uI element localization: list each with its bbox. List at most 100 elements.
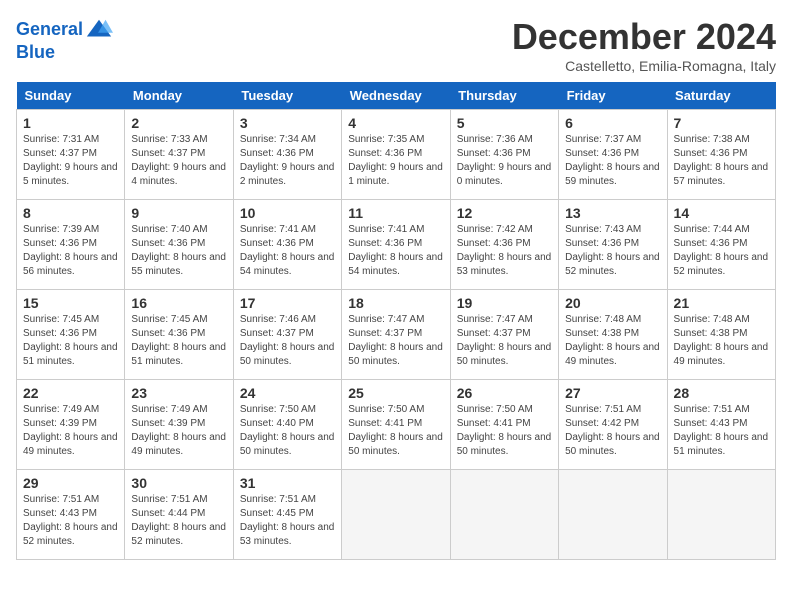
day-info: Sunrise: 7:47 AM Sunset: 4:37 PM Dayligh… <box>348 313 443 369</box>
location: Castelletto, Emilia-Romagna, Italy <box>512 58 776 74</box>
day-cell: 1 Sunrise: 7:31 AM Sunset: 4:37 PM Dayli… <box>17 110 125 200</box>
week-row-1: 1 Sunrise: 7:31 AM Sunset: 4:37 PM Dayli… <box>17 110 776 200</box>
day-number: 28 <box>674 385 769 401</box>
day-number: 13 <box>565 205 660 221</box>
col-monday: Monday <box>125 82 233 110</box>
calendar-table: Sunday Monday Tuesday Wednesday Thursday… <box>16 82 776 560</box>
col-wednesday: Wednesday <box>342 82 450 110</box>
col-sunday: Sunday <box>17 82 125 110</box>
day-info: Sunrise: 7:48 AM Sunset: 4:38 PM Dayligh… <box>565 313 660 369</box>
day-info: Sunrise: 7:48 AM Sunset: 4:38 PM Dayligh… <box>674 313 769 369</box>
day-cell: 26 Sunrise: 7:50 AM Sunset: 4:41 PM Dayl… <box>450 380 558 470</box>
day-number: 18 <box>348 295 443 311</box>
day-number: 7 <box>674 115 769 131</box>
day-cell: 14 Sunrise: 7:44 AM Sunset: 4:36 PM Dayl… <box>667 200 775 290</box>
day-number: 8 <box>23 205 118 221</box>
day-info: Sunrise: 7:36 AM Sunset: 4:36 PM Dayligh… <box>457 133 552 189</box>
day-info: Sunrise: 7:39 AM Sunset: 4:36 PM Dayligh… <box>23 223 118 279</box>
day-number: 26 <box>457 385 552 401</box>
day-cell: 13 Sunrise: 7:43 AM Sunset: 4:36 PM Dayl… <box>559 200 667 290</box>
day-number: 4 <box>348 115 443 131</box>
day-info: Sunrise: 7:47 AM Sunset: 4:37 PM Dayligh… <box>457 313 552 369</box>
day-number: 17 <box>240 295 335 311</box>
day-cell: 2 Sunrise: 7:33 AM Sunset: 4:37 PM Dayli… <box>125 110 233 200</box>
day-info: Sunrise: 7:46 AM Sunset: 4:37 PM Dayligh… <box>240 313 335 369</box>
week-row-5: 29 Sunrise: 7:51 AM Sunset: 4:43 PM Dayl… <box>17 470 776 560</box>
day-number: 3 <box>240 115 335 131</box>
col-friday: Friday <box>559 82 667 110</box>
day-cell: 9 Sunrise: 7:40 AM Sunset: 4:36 PM Dayli… <box>125 200 233 290</box>
day-cell: 19 Sunrise: 7:47 AM Sunset: 4:37 PM Dayl… <box>450 290 558 380</box>
day-number: 12 <box>457 205 552 221</box>
day-cell: 17 Sunrise: 7:46 AM Sunset: 4:37 PM Dayl… <box>233 290 341 380</box>
day-cell <box>667 470 775 560</box>
day-number: 27 <box>565 385 660 401</box>
day-cell: 6 Sunrise: 7:37 AM Sunset: 4:36 PM Dayli… <box>559 110 667 200</box>
day-number: 11 <box>348 205 443 221</box>
col-thursday: Thursday <box>450 82 558 110</box>
day-cell: 4 Sunrise: 7:35 AM Sunset: 4:36 PM Dayli… <box>342 110 450 200</box>
day-cell: 15 Sunrise: 7:45 AM Sunset: 4:36 PM Dayl… <box>17 290 125 380</box>
day-number: 24 <box>240 385 335 401</box>
day-info: Sunrise: 7:45 AM Sunset: 4:36 PM Dayligh… <box>23 313 118 369</box>
day-info: Sunrise: 7:51 AM Sunset: 4:43 PM Dayligh… <box>23 493 118 549</box>
day-cell: 29 Sunrise: 7:51 AM Sunset: 4:43 PM Dayl… <box>17 470 125 560</box>
day-cell <box>450 470 558 560</box>
day-cell: 18 Sunrise: 7:47 AM Sunset: 4:37 PM Dayl… <box>342 290 450 380</box>
day-info: Sunrise: 7:50 AM Sunset: 4:41 PM Dayligh… <box>348 403 443 459</box>
day-info: Sunrise: 7:31 AM Sunset: 4:37 PM Dayligh… <box>23 133 118 189</box>
day-number: 1 <box>23 115 118 131</box>
col-saturday: Saturday <box>667 82 775 110</box>
day-info: Sunrise: 7:40 AM Sunset: 4:36 PM Dayligh… <box>131 223 226 279</box>
day-cell: 10 Sunrise: 7:41 AM Sunset: 4:36 PM Dayl… <box>233 200 341 290</box>
page-header: General Blue December 2024 Castelletto, … <box>16 16 776 74</box>
day-info: Sunrise: 7:51 AM Sunset: 4:44 PM Dayligh… <box>131 493 226 549</box>
day-info: Sunrise: 7:50 AM Sunset: 4:40 PM Dayligh… <box>240 403 335 459</box>
logo-blue: Blue <box>16 42 55 63</box>
day-info: Sunrise: 7:51 AM Sunset: 4:45 PM Dayligh… <box>240 493 335 549</box>
day-info: Sunrise: 7:43 AM Sunset: 4:36 PM Dayligh… <box>565 223 660 279</box>
day-cell <box>559 470 667 560</box>
title-area: December 2024 Castelletto, Emilia-Romagn… <box>512 16 776 74</box>
day-cell: 27 Sunrise: 7:51 AM Sunset: 4:42 PM Dayl… <box>559 380 667 470</box>
day-cell: 24 Sunrise: 7:50 AM Sunset: 4:40 PM Dayl… <box>233 380 341 470</box>
day-cell: 12 Sunrise: 7:42 AM Sunset: 4:36 PM Dayl… <box>450 200 558 290</box>
day-cell: 3 Sunrise: 7:34 AM Sunset: 4:36 PM Dayli… <box>233 110 341 200</box>
day-number: 30 <box>131 475 226 491</box>
day-info: Sunrise: 7:37 AM Sunset: 4:36 PM Dayligh… <box>565 133 660 189</box>
day-number: 25 <box>348 385 443 401</box>
day-cell: 31 Sunrise: 7:51 AM Sunset: 4:45 PM Dayl… <box>233 470 341 560</box>
day-info: Sunrise: 7:44 AM Sunset: 4:36 PM Dayligh… <box>674 223 769 279</box>
day-number: 31 <box>240 475 335 491</box>
day-cell: 23 Sunrise: 7:49 AM Sunset: 4:39 PM Dayl… <box>125 380 233 470</box>
col-tuesday: Tuesday <box>233 82 341 110</box>
day-info: Sunrise: 7:50 AM Sunset: 4:41 PM Dayligh… <box>457 403 552 459</box>
day-info: Sunrise: 7:49 AM Sunset: 4:39 PM Dayligh… <box>131 403 226 459</box>
day-info: Sunrise: 7:49 AM Sunset: 4:39 PM Dayligh… <box>23 403 118 459</box>
day-cell: 22 Sunrise: 7:49 AM Sunset: 4:39 PM Dayl… <box>17 380 125 470</box>
day-cell: 30 Sunrise: 7:51 AM Sunset: 4:44 PM Dayl… <box>125 470 233 560</box>
day-info: Sunrise: 7:45 AM Sunset: 4:36 PM Dayligh… <box>131 313 226 369</box>
day-cell: 11 Sunrise: 7:41 AM Sunset: 4:36 PM Dayl… <box>342 200 450 290</box>
day-number: 20 <box>565 295 660 311</box>
day-number: 10 <box>240 205 335 221</box>
day-cell: 25 Sunrise: 7:50 AM Sunset: 4:41 PM Dayl… <box>342 380 450 470</box>
day-cell: 28 Sunrise: 7:51 AM Sunset: 4:43 PM Dayl… <box>667 380 775 470</box>
day-number: 19 <box>457 295 552 311</box>
day-info: Sunrise: 7:33 AM Sunset: 4:37 PM Dayligh… <box>131 133 226 189</box>
day-info: Sunrise: 7:35 AM Sunset: 4:36 PM Dayligh… <box>348 133 443 189</box>
day-number: 9 <box>131 205 226 221</box>
day-info: Sunrise: 7:34 AM Sunset: 4:36 PM Dayligh… <box>240 133 335 189</box>
day-cell: 8 Sunrise: 7:39 AM Sunset: 4:36 PM Dayli… <box>17 200 125 290</box>
day-cell: 21 Sunrise: 7:48 AM Sunset: 4:38 PM Dayl… <box>667 290 775 380</box>
logo-icon <box>85 16 113 44</box>
week-row-3: 15 Sunrise: 7:45 AM Sunset: 4:36 PM Dayl… <box>17 290 776 380</box>
day-number: 21 <box>674 295 769 311</box>
day-number: 15 <box>23 295 118 311</box>
day-info: Sunrise: 7:41 AM Sunset: 4:36 PM Dayligh… <box>348 223 443 279</box>
day-info: Sunrise: 7:41 AM Sunset: 4:36 PM Dayligh… <box>240 223 335 279</box>
day-number: 16 <box>131 295 226 311</box>
logo: General Blue <box>16 16 113 63</box>
day-info: Sunrise: 7:38 AM Sunset: 4:36 PM Dayligh… <box>674 133 769 189</box>
week-row-4: 22 Sunrise: 7:49 AM Sunset: 4:39 PM Dayl… <box>17 380 776 470</box>
